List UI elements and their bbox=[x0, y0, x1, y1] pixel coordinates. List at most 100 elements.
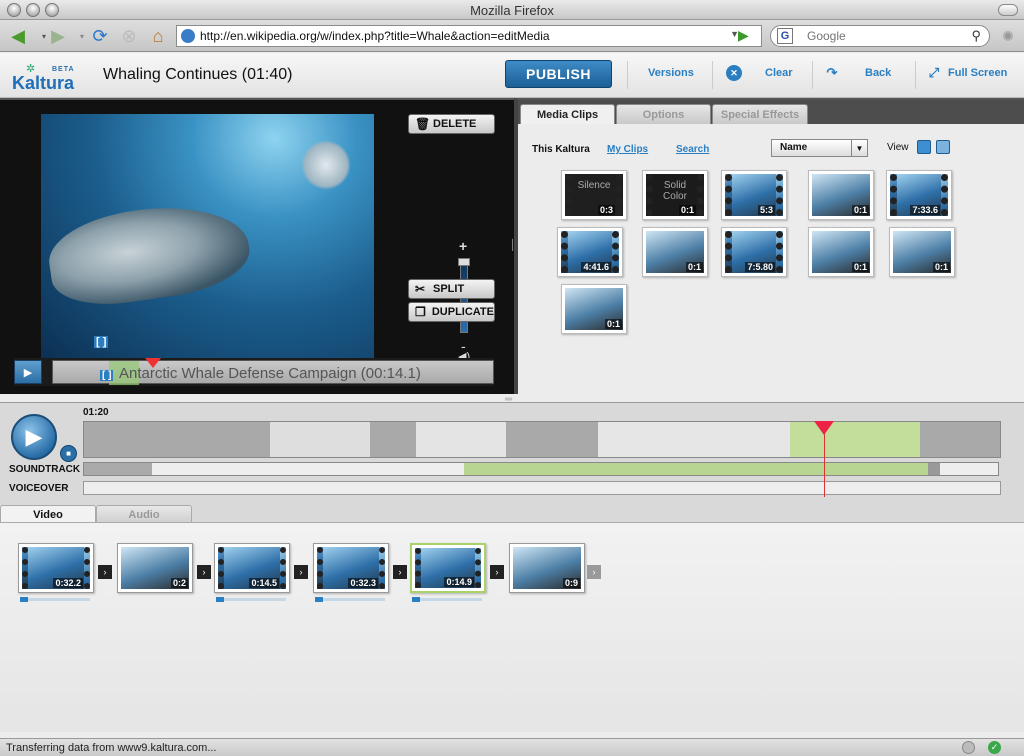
tab-video[interactable]: Video bbox=[0, 505, 96, 523]
search-icon[interactable]: ⚲ bbox=[971, 28, 981, 44]
clip-trim-bar[interactable] bbox=[315, 597, 385, 602]
forward-arrow-icon[interactable]: ▶ bbox=[46, 24, 70, 48]
transition-arrow-icon[interactable]: › bbox=[393, 565, 407, 579]
versions-link[interactable]: Versions bbox=[648, 67, 694, 79]
delete-button[interactable]: 🗑 DELETE bbox=[408, 114, 495, 134]
media-clip-thumbnail[interactable]: Solid Color 0:1 bbox=[642, 170, 708, 220]
stop-icon[interactable]: ⊗ bbox=[117, 24, 141, 48]
trim-marker[interactable] bbox=[216, 597, 224, 602]
trim-out-handle[interactable]: [ ] bbox=[100, 370, 114, 381]
grid-view-icon[interactable] bbox=[917, 140, 931, 154]
home-icon[interactable]: ⌂ bbox=[146, 24, 170, 48]
transition-arrow-icon[interactable]: › bbox=[490, 565, 504, 579]
go-arrow-icon[interactable]: ▶ bbox=[738, 27, 758, 45]
soundtrack-label: SOUNDTRACK bbox=[9, 464, 81, 475]
media-clip-thumbnail[interactable]: 7:33.6 bbox=[886, 170, 952, 220]
fullscreen-icon[interactable]: ⤢ bbox=[926, 65, 942, 81]
url-bar[interactable]: http://en.wikipedia.org/w/index.php?titl… bbox=[176, 25, 762, 47]
voiceover-track[interactable] bbox=[83, 481, 1001, 495]
transition-arrow-icon[interactable]: › bbox=[294, 565, 308, 579]
scrub-playhead[interactable] bbox=[145, 358, 161, 368]
media-clip-thumbnail[interactable]: 0:1 bbox=[808, 170, 874, 220]
track-segment[interactable] bbox=[598, 422, 790, 457]
sound-segment[interactable] bbox=[464, 463, 928, 475]
publish-button[interactable]: PUBLISH bbox=[505, 60, 612, 88]
media-clip-thumbnail[interactable]: 7:5.80 bbox=[721, 227, 787, 277]
tab-options[interactable]: Options bbox=[616, 104, 711, 124]
volume-plus[interactable]: + bbox=[459, 238, 467, 254]
sort-select[interactable]: Name ▼ bbox=[771, 139, 868, 157]
clear-icon[interactable]: ✕ bbox=[726, 65, 742, 81]
timeline-time: 01:20 bbox=[83, 407, 109, 418]
tab-media-clips[interactable]: Media Clips bbox=[520, 104, 615, 124]
trim-in-handle[interactable]: [ ] bbox=[94, 336, 109, 348]
clip-trim-bar[interactable] bbox=[412, 597, 482, 602]
scrubber-bar[interactable]: ▶ Antarctic Whale Defense Campaign (00:1… bbox=[14, 358, 494, 386]
reload-icon[interactable]: ⟳ bbox=[88, 24, 112, 48]
storyboard-clip[interactable]: 0:32.2 bbox=[18, 543, 94, 593]
storyboard-panel: 0:32.2 › 0:2 › 0:14.5 › 0:32.3 › 0:14.9 › 0:9 › bbox=[0, 522, 1024, 732]
timeline-playhead[interactable] bbox=[814, 421, 834, 435]
sound-segment[interactable] bbox=[84, 463, 152, 475]
transition-arrow-icon[interactable]: › bbox=[587, 565, 601, 579]
split-button[interactable]: ✂ SPLIT bbox=[408, 279, 495, 299]
media-clip-thumbnail[interactable]: 4:41.6 bbox=[557, 227, 623, 277]
window-titlebar: Mozilla Firefox bbox=[0, 0, 1024, 20]
tab-special-effects[interactable]: Special Effects bbox=[712, 104, 808, 124]
media-clip-thumbnail[interactable]: 0:1 bbox=[808, 227, 874, 277]
duplicate-button[interactable]: ❐ DUPLICATE bbox=[408, 302, 495, 322]
media-clip-thumbnail[interactable]: 0:1 bbox=[561, 284, 627, 334]
horizontal-splitter-icon[interactable]: ═ bbox=[505, 394, 521, 405]
clip-trim-bar[interactable] bbox=[20, 597, 90, 602]
timeline-play-icon[interactable]: ▶ bbox=[11, 414, 57, 460]
media-clip-thumbnail[interactable]: Silence 0:3 bbox=[561, 170, 627, 220]
play-icon[interactable]: ▶ bbox=[14, 360, 42, 384]
my-clips-link[interactable]: My Clips bbox=[607, 144, 648, 155]
clip-duration: 0:1 bbox=[678, 205, 696, 215]
fullscreen-link[interactable]: Full Screen bbox=[948, 67, 1007, 79]
track-segment[interactable] bbox=[506, 422, 598, 457]
media-clip-thumbnail[interactable]: 0:1 bbox=[642, 227, 708, 277]
media-clip-thumbnail[interactable]: 5:3 bbox=[721, 170, 787, 220]
trim-marker[interactable] bbox=[20, 597, 28, 602]
search-bar[interactable]: G ⚲ bbox=[770, 25, 990, 47]
back-link[interactable]: Back bbox=[865, 67, 891, 79]
track-segment[interactable] bbox=[370, 422, 416, 457]
transition-arrow-icon[interactable]: › bbox=[197, 565, 211, 579]
transition-arrow-icon[interactable]: › bbox=[98, 565, 112, 579]
clip-preview-image: 0:1 bbox=[646, 231, 704, 273]
toolbar-toggle-button[interactable] bbox=[998, 4, 1018, 16]
soundtrack-track[interactable] bbox=[83, 462, 999, 476]
google-engine-icon[interactable]: G bbox=[777, 28, 793, 44]
back-arrow-icon[interactable]: ◀ bbox=[6, 24, 30, 48]
track-segment[interactable] bbox=[920, 422, 1000, 457]
track-segment[interactable] bbox=[270, 422, 370, 457]
trim-marker[interactable] bbox=[315, 597, 323, 602]
tab-audio[interactable]: Audio bbox=[96, 505, 192, 523]
video-preview[interactable] bbox=[41, 114, 374, 361]
clip-trim-bar[interactable] bbox=[216, 597, 286, 602]
timeline-stop-icon[interactable]: ■ bbox=[60, 445, 77, 462]
scrub-track[interactable]: Antarctic Whale Defense Campaign (00:14.… bbox=[52, 358, 494, 385]
video-track[interactable] bbox=[83, 421, 1001, 458]
back-icon[interactable]: ↷ bbox=[824, 65, 840, 81]
storyboard-clip-duration: 0:32.3 bbox=[348, 578, 378, 588]
storyboard-clip[interactable]: 0:14.9 bbox=[410, 543, 486, 593]
media-clip-thumbnail[interactable]: 0:1 bbox=[889, 227, 955, 277]
storyboard-clip[interactable]: 0:32.3 bbox=[313, 543, 389, 593]
clip-preview-image: 0:1 bbox=[812, 174, 870, 216]
track-segment[interactable] bbox=[416, 422, 506, 457]
track-segment[interactable] bbox=[84, 422, 270, 457]
list-view-icon[interactable] bbox=[936, 140, 950, 154]
storyboard-clip[interactable]: 0:9 bbox=[509, 543, 585, 593]
track-segment-selected[interactable] bbox=[790, 422, 920, 457]
storyboard-clip[interactable]: 0:2 bbox=[117, 543, 193, 593]
volume-knob[interactable] bbox=[458, 258, 470, 266]
storyboard-clip[interactable]: 0:14.5 bbox=[214, 543, 290, 593]
trim-marker[interactable] bbox=[412, 597, 420, 602]
search-link[interactable]: Search bbox=[676, 144, 709, 155]
search-input[interactable] bbox=[807, 29, 957, 43]
sound-segment[interactable] bbox=[928, 463, 940, 475]
timeline-panel: ▶ ■ 01:20 SOUNDTRACK VOICEOVER bbox=[0, 402, 1024, 506]
clear-link[interactable]: Clear bbox=[765, 67, 793, 79]
